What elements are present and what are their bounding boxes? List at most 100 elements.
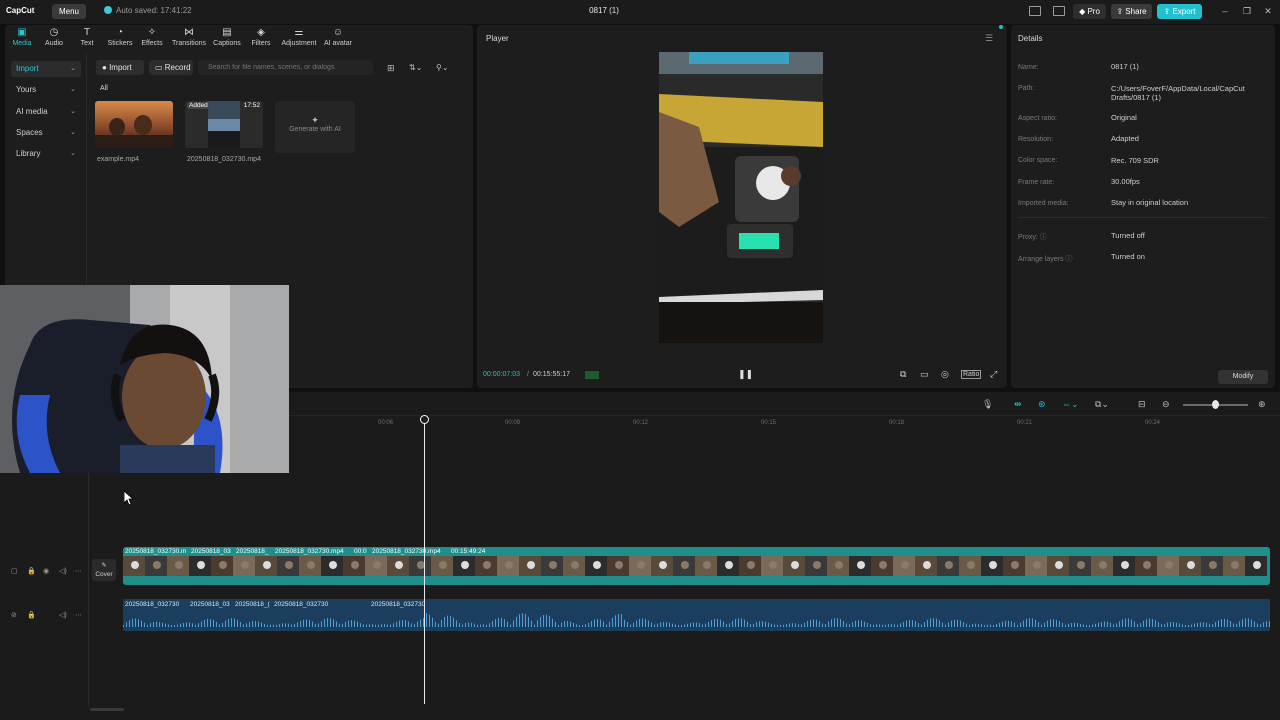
split-icon[interactable]: ⧉⌄ — [1095, 399, 1109, 410]
playhead[interactable] — [424, 417, 425, 704]
filter-icon[interactable]: ⚲⌄ — [436, 63, 449, 72]
info-icon[interactable]: ⓘ — [1040, 234, 1047, 241]
pro-button[interactable]: ◆ Pro — [1073, 4, 1106, 19]
restore-icon[interactable]: ❐ — [1241, 6, 1253, 17]
fullscreen-icon[interactable]: ⤢ — [990, 369, 997, 380]
edit-icon: ✎ — [101, 562, 107, 569]
playhead-handle[interactable] — [420, 415, 429, 424]
player-menu-icon[interactable]: ☰ — [985, 33, 993, 44]
detail-value-resolution: Adapted — [1111, 134, 1139, 143]
link-icon[interactable]: ⇹ — [1014, 399, 1022, 410]
video-clip-label: 20250818_03 — [191, 548, 231, 555]
waveform-bar — [393, 623, 394, 627]
more-icon[interactable]: ⋯ — [75, 567, 82, 575]
waveform-bar — [603, 621, 604, 627]
waveform-bar — [567, 620, 568, 627]
sidebar-item-ai-media[interactable]: AI media ⌄ — [11, 104, 81, 120]
waveform-bar — [1023, 620, 1024, 627]
speaker-icon[interactable]: ◁) — [59, 567, 67, 575]
sidebar-item-yours[interactable]: Yours ⌄ — [11, 82, 81, 98]
tab-filters[interactable]: ◈ Filters — [241, 28, 281, 48]
waveform-bar — [1173, 622, 1174, 627]
video-track[interactable]: 20250818_032730.m 20250818_03 20250818_ … — [123, 547, 1270, 585]
detail-value-color-space: Rec. 709 SDR — [1111, 156, 1159, 165]
pause-button[interactable]: ❚❚ — [738, 369, 753, 380]
modify-button[interactable]: Modify — [1218, 370, 1268, 384]
record-icon: ▭ — [155, 63, 165, 72]
waveform-bar — [366, 624, 367, 627]
record-button[interactable]: ▭ Record — [149, 60, 193, 75]
waveform-bar — [978, 623, 979, 627]
cover-button[interactable]: ✎ Cover — [92, 559, 116, 581]
eye-icon[interactable]: ◉ — [43, 567, 49, 575]
microphone-icon[interactable]: 🎙 — [982, 399, 993, 410]
tab-label: Text — [80, 40, 94, 47]
speaker-icon[interactable]: ◁) — [59, 611, 67, 619]
chevron-down-icon: ⌄ — [70, 65, 76, 72]
waveform-bar — [903, 621, 904, 627]
waveform-bar — [1002, 621, 1003, 627]
aspect-ratio-button[interactable]: Ratio — [961, 370, 982, 379]
waveform-bar — [1245, 618, 1246, 627]
tab-transitions[interactable]: ⋈ Transitions — [169, 28, 209, 48]
waveform-bar — [534, 624, 535, 627]
lock-icon[interactable]: 🔒 — [27, 611, 36, 619]
waveform-bar — [885, 624, 886, 627]
waveform-bar — [1248, 618, 1249, 627]
lock-icon[interactable]: 🔒 — [27, 567, 36, 575]
info-icon[interactable]: ⓘ — [1065, 256, 1072, 263]
waveform-bar — [708, 621, 709, 627]
layout-icon[interactable] — [1029, 6, 1041, 16]
ratio-icon[interactable]: ▭ — [920, 369, 929, 380]
crop-icon[interactable]: ⧉ — [900, 369, 906, 380]
minimize-icon[interactable]: – — [1219, 6, 1231, 16]
media-thumbnail-example[interactable] — [95, 101, 173, 148]
details-title: Details — [1018, 34, 1043, 43]
filter-all-label[interactable]: All — [100, 85, 108, 92]
media-thumbnail-recording[interactable]: Added 17:52 — [185, 101, 263, 148]
grid-view-icon[interactable]: ⊞ — [387, 63, 395, 74]
waveform-bar — [612, 618, 613, 627]
filmstrip-frame-detail — [1077, 561, 1085, 569]
sidebar-item-import[interactable]: Import ⌄ — [11, 61, 81, 77]
video-clip-label: 20250818_032730.mp4 — [275, 548, 344, 555]
sidebar-item-spaces[interactable]: Spaces ⌄ — [11, 125, 81, 141]
waveform-bar — [402, 620, 403, 627]
video-preview[interactable] — [659, 52, 823, 343]
sort-icon[interactable]: ⇅⌄ — [409, 63, 422, 72]
audio-track-icon[interactable]: ⊘ — [11, 611, 17, 619]
zoom-slider-handle[interactable] — [1212, 400, 1219, 409]
waveform-bar — [1128, 618, 1129, 627]
snap-icon[interactable]: ⇔⌄ — [1062, 399, 1079, 410]
ruler-tick: 00:15 — [761, 420, 777, 426]
preview-axis-icon[interactable]: ⊟ — [1138, 399, 1146, 410]
tab-effects[interactable]: ✧ Effects — [132, 28, 172, 48]
share-button[interactable]: ⇪ Share — [1111, 4, 1152, 19]
waveform-bar — [129, 620, 130, 627]
more-icon[interactable]: ⋯ — [75, 611, 82, 619]
waveform-bar — [840, 619, 841, 627]
import-button[interactable]: ● Import — [96, 60, 144, 75]
waveform-bar — [1146, 619, 1147, 627]
timeline-scrollbar[interactable] — [90, 708, 124, 711]
close-icon[interactable]: ✕ — [1262, 6, 1274, 17]
sidebar-item-library[interactable]: Library ⌄ — [11, 146, 81, 162]
track-hide-icon[interactable]: ▢ — [11, 567, 18, 575]
layout-split-icon[interactable] — [1053, 6, 1065, 16]
zoom-in-icon[interactable]: ⊕ — [1258, 399, 1266, 410]
waveform-bar — [210, 618, 211, 627]
tab-ai-avatar[interactable]: ☺ AI avatar — [318, 28, 358, 48]
media-search-input[interactable] — [198, 60, 373, 75]
waveform-bar — [1143, 620, 1144, 627]
document-title: 0817 (1) — [589, 6, 619, 15]
waveform-bar — [723, 621, 724, 627]
generate-with-ai-button[interactable]: ✦ Generate with AI — [275, 101, 355, 153]
waveform-bar — [1083, 624, 1084, 627]
magnet-icon[interactable]: ⊛ — [1038, 399, 1046, 410]
zoom-out-icon[interactable]: ⊖ — [1162, 399, 1170, 410]
waveform-bar — [780, 624, 781, 627]
tab-adjustment[interactable]: ⚌ Adjustment — [279, 28, 319, 48]
export-button[interactable]: ⇪ Export — [1157, 4, 1202, 19]
snapshot-icon[interactable]: ◎ — [941, 369, 949, 380]
audio-track[interactable]: 20250818_032730 20250818_03 20250818_( 2… — [123, 599, 1270, 631]
